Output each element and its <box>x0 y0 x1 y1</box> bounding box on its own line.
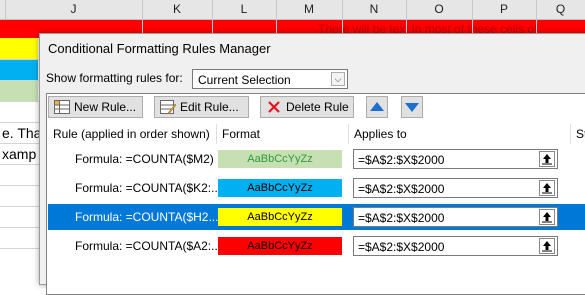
rule-formula: Formula: =COUNTA($K2:... <box>75 181 222 195</box>
move-up-icon <box>370 102 384 111</box>
applies-to-field[interactable]: =$A$2:$X$2000 <box>353 207 558 227</box>
show-rules-value: Current Selection <box>198 73 291 87</box>
new-rule-icon <box>54 100 70 114</box>
format-preview: AaBbCcYyZz <box>218 237 342 255</box>
range-picker-icon[interactable] <box>539 238 555 254</box>
rule-formula: Formula: =COUNTA($A2:... <box>75 239 222 253</box>
delete-rule-label: Delete Rule <box>286 100 349 114</box>
show-rules-label: Show formatting rules for: <box>46 71 183 85</box>
column-header-l[interactable]: L <box>212 0 277 19</box>
move-up-button[interactable] <box>366 96 388 118</box>
format-preview: AaBbCcYyZz <box>218 150 342 168</box>
column-header-n[interactable]: N <box>342 0 407 19</box>
rule-row[interactable]: Formula: =COUNTA($M2) AaBbCcYyZz =$A$2:$… <box>48 146 585 172</box>
column-rule-header[interactable]: Rule (applied in order shown) <box>53 127 210 141</box>
edit-rule-button[interactable]: Edit Rule... <box>154 96 249 118</box>
column-header-bar: J K L M N O P Q <box>0 0 585 20</box>
column-header-p[interactable]: P <box>472 0 537 19</box>
yellow-cell <box>0 38 38 59</box>
applies-to-field[interactable]: =$A$2:$X$2000 <box>353 178 558 198</box>
applies-to-field[interactable]: =$A$2:$X$2000 <box>353 236 558 256</box>
column-header-q[interactable]: Q <box>536 0 585 19</box>
blue-cell <box>0 60 38 80</box>
new-rule-label: New Rule... <box>74 100 137 114</box>
delete-rule-icon <box>266 100 282 114</box>
applies-to-value: =$A$2:$X$2000 <box>358 240 445 254</box>
green-cell <box>0 81 38 101</box>
move-down-button[interactable] <box>401 96 423 118</box>
dropdown-arrow-icon[interactable]: ⌵ <box>331 72 345 86</box>
applies-to-value: =$A$2:$X$2000 <box>358 153 445 167</box>
format-preview: AaBbCcYyZz <box>218 179 342 197</box>
rule-row[interactable]: Formula: =COUNTA($A2:... AaBbCcYyZz =$A$… <box>48 233 585 259</box>
rule-row[interactable]: Formula: =COUNTA($K2:... AaBbCcYyZz =$A$… <box>48 175 585 201</box>
column-header-m[interactable]: M <box>276 0 343 19</box>
edit-rule-label: Edit Rule... <box>180 100 239 114</box>
range-picker-icon[interactable] <box>539 180 555 196</box>
dialog-title: Conditional Formatting Rules Manager <box>48 41 271 56</box>
column-header-o[interactable]: O <box>406 0 473 19</box>
rule-row-selected[interactable]: Formula: =COUNTA($H2... AaBbCcYyZz =$A$2… <box>48 204 585 230</box>
column-header-j[interactable]: J <box>5 0 143 19</box>
range-picker-icon[interactable] <box>539 209 555 225</box>
column-header-k[interactable]: K <box>142 0 213 19</box>
cell-text-1: e. Tha <box>2 125 42 141</box>
range-picker-icon[interactable] <box>539 151 555 167</box>
delete-rule-button[interactable]: Delete Rule <box>260 96 354 118</box>
format-preview: AaBbCcYyZz <box>218 208 342 226</box>
column-applies-header[interactable]: Applies to <box>354 127 407 141</box>
edit-rule-icon <box>160 100 177 115</box>
move-down-icon <box>405 103 419 112</box>
cell-text-2: xamp <box>2 146 37 162</box>
rule-formula: Formula: =COUNTA($H2... <box>75 210 219 224</box>
applies-to-value: =$A$2:$X$2000 <box>358 211 445 225</box>
applies-to-value: =$A$2:$X$2000 <box>358 182 445 196</box>
column-format-header[interactable]: Format <box>222 127 260 141</box>
show-rules-select[interactable]: Current Selection ⌵ <box>192 69 348 89</box>
column-stop-header[interactable]: St <box>576 127 585 141</box>
applies-to-field[interactable]: =$A$2:$X$2000 <box>353 149 558 169</box>
new-rule-button[interactable]: New Rule... <box>48 96 143 118</box>
rule-formula: Formula: =COUNTA($M2) <box>75 152 214 166</box>
